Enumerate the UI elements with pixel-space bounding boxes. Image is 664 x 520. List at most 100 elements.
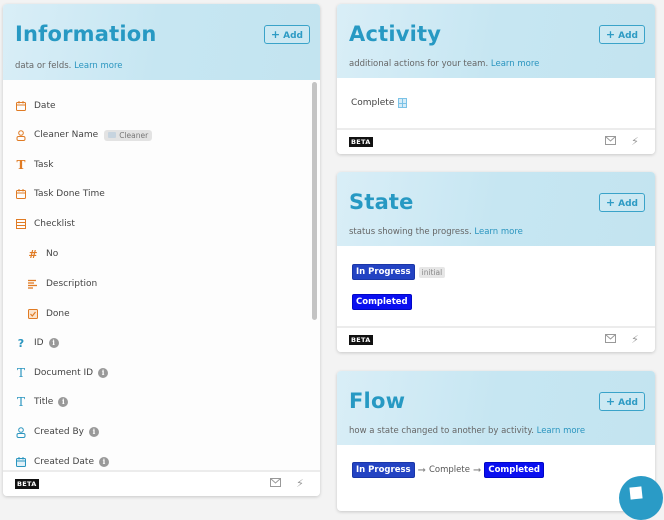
- add-label: Add: [283, 31, 303, 41]
- field-label: Checklist: [34, 219, 75, 229]
- to-state-badge: Completed: [484, 462, 544, 478]
- field-cleaner-name[interactable]: Cleaner Name Cleaner: [16, 127, 153, 143]
- beta-badge: BETA: [15, 479, 39, 489]
- add-flow-button[interactable]: + Add: [598, 392, 645, 411]
- info-icon[interactable]: i: [98, 368, 109, 378]
- field-label: Date: [34, 101, 56, 111]
- info-icon[interactable]: i: [48, 338, 59, 348]
- mail-icon[interactable]: [605, 334, 617, 346]
- calendar-icon: [16, 188, 26, 200]
- state-title: State: [349, 190, 414, 214]
- add-information-button[interactable]: + Add: [263, 25, 310, 44]
- activity-label: Complete: [351, 98, 395, 108]
- field-created-date[interactable]: Created Date i: [16, 454, 109, 470]
- user-icon: [16, 129, 26, 141]
- description-text: how a state changed to another by activi…: [349, 426, 534, 436]
- field-label: Task: [34, 160, 54, 170]
- arrow-right-icon: ➞: [417, 464, 426, 476]
- field-label: Created By: [34, 427, 84, 437]
- checkbox-icon: [28, 308, 38, 320]
- info-icon[interactable]: i: [99, 457, 109, 467]
- text-icon: T: [16, 395, 25, 409]
- hash-icon: #: [28, 247, 38, 261]
- field-task-done-time[interactable]: Task Done Time: [16, 186, 105, 202]
- add-state-button[interactable]: + Add: [598, 193, 645, 212]
- table-icon: [16, 218, 26, 230]
- learn-more-link[interactable]: Learn more: [474, 227, 522, 237]
- beta-badge: BETA: [349, 137, 373, 147]
- question-icon: ?: [17, 336, 25, 350]
- flow-header: Flow + Add how a state changed to another…: [337, 371, 655, 445]
- description-text: status showing the progress.: [349, 227, 472, 237]
- learn-more-link[interactable]: Learn more: [74, 61, 122, 71]
- flow-item[interactable]: In Progress ➞ Complete ➞ Completed: [352, 462, 544, 478]
- mail-icon[interactable]: [605, 136, 617, 148]
- field-title[interactable]: T Title i: [16, 394, 69, 410]
- info-icon[interactable]: i: [58, 397, 69, 407]
- add-label: Add: [618, 199, 638, 209]
- information-description: data or felds. Learn more: [15, 61, 123, 71]
- field-label: No: [46, 249, 59, 259]
- field-date[interactable]: Date: [16, 98, 56, 114]
- field-label: ID: [34, 338, 44, 348]
- field-label: Cleaner Name: [34, 130, 99, 140]
- state-description: status showing the progress. Learn more: [349, 227, 523, 237]
- flow-card: Flow + Add how a state changed to another…: [337, 371, 655, 511]
- field-label: Document ID: [34, 368, 94, 378]
- bolt-icon[interactable]: ⚡︎: [629, 136, 641, 148]
- field-task[interactable]: T Task: [16, 157, 54, 173]
- field-id[interactable]: ? ID i: [16, 335, 59, 351]
- chat-icon: [629, 486, 643, 500]
- plus-icon: +: [605, 395, 616, 408]
- state-badge: In Progress: [352, 264, 415, 280]
- information-footer: BETA ⚡︎: [3, 470, 320, 496]
- image-icon: [108, 132, 117, 138]
- state-badge: Completed: [352, 294, 412, 310]
- field-checklist[interactable]: Checklist: [16, 216, 75, 232]
- field-label: Description: [46, 279, 98, 289]
- initial-tag: initial: [418, 266, 446, 278]
- add-label: Add: [618, 398, 638, 408]
- add-activity-button[interactable]: + Add: [598, 25, 645, 44]
- field-document-id[interactable]: T Document ID i: [16, 365, 109, 381]
- activity-description: additional actions for your team. Learn …: [349, 59, 539, 69]
- bolt-icon[interactable]: ⚡︎: [294, 478, 306, 490]
- tag-label: Cleaner: [119, 130, 149, 140]
- field-label: Title: [34, 397, 54, 407]
- activity-item-complete[interactable]: Complete: [351, 98, 408, 108]
- info-icon[interactable]: i: [88, 427, 99, 437]
- arrow-right-icon: ➞: [472, 464, 482, 476]
- activity-footer: BETA ⚡︎: [337, 128, 655, 154]
- from-state-badge: In Progress: [352, 462, 415, 478]
- state-footer: BETA ⚡︎: [337, 326, 655, 352]
- description-text: additional actions for your team.: [349, 59, 489, 69]
- field-label: Done: [46, 309, 70, 319]
- field-done[interactable]: Done: [28, 306, 70, 322]
- paragraph-icon: [28, 278, 38, 290]
- field-created-by[interactable]: Created By i: [16, 424, 99, 440]
- field-no[interactable]: # No: [28, 246, 58, 262]
- state-header: State + Add status showing the progress. …: [337, 172, 655, 246]
- calendar-icon: [16, 100, 26, 112]
- mail-icon[interactable]: [270, 478, 282, 490]
- field-description[interactable]: Description: [28, 276, 97, 292]
- field-label: Created Date: [34, 457, 94, 467]
- scrollbar[interactable]: [312, 82, 317, 320]
- text-icon: T: [16, 158, 26, 172]
- calendar-icon: [16, 456, 26, 468]
- flow-title: Flow: [349, 389, 406, 413]
- state-item-in-progress[interactable]: In Progress initial: [352, 264, 446, 280]
- learn-more-link[interactable]: Learn more: [491, 59, 539, 69]
- state-card: State + Add status showing the progress. …: [337, 172, 655, 352]
- state-item-completed[interactable]: Completed: [352, 294, 412, 310]
- activity-card: Activity + Add additional actions for you…: [337, 4, 655, 154]
- plus-icon: +: [605, 196, 616, 209]
- plus-icon: +: [270, 28, 281, 41]
- chat-button[interactable]: [619, 476, 663, 520]
- text-icon: T: [16, 366, 25, 380]
- bolt-icon[interactable]: ⚡︎: [629, 334, 641, 346]
- beta-badge: BETA: [349, 335, 373, 345]
- user-icon: [16, 426, 26, 438]
- activity-title: Activity: [349, 22, 442, 46]
- learn-more-link[interactable]: Learn more: [537, 426, 585, 436]
